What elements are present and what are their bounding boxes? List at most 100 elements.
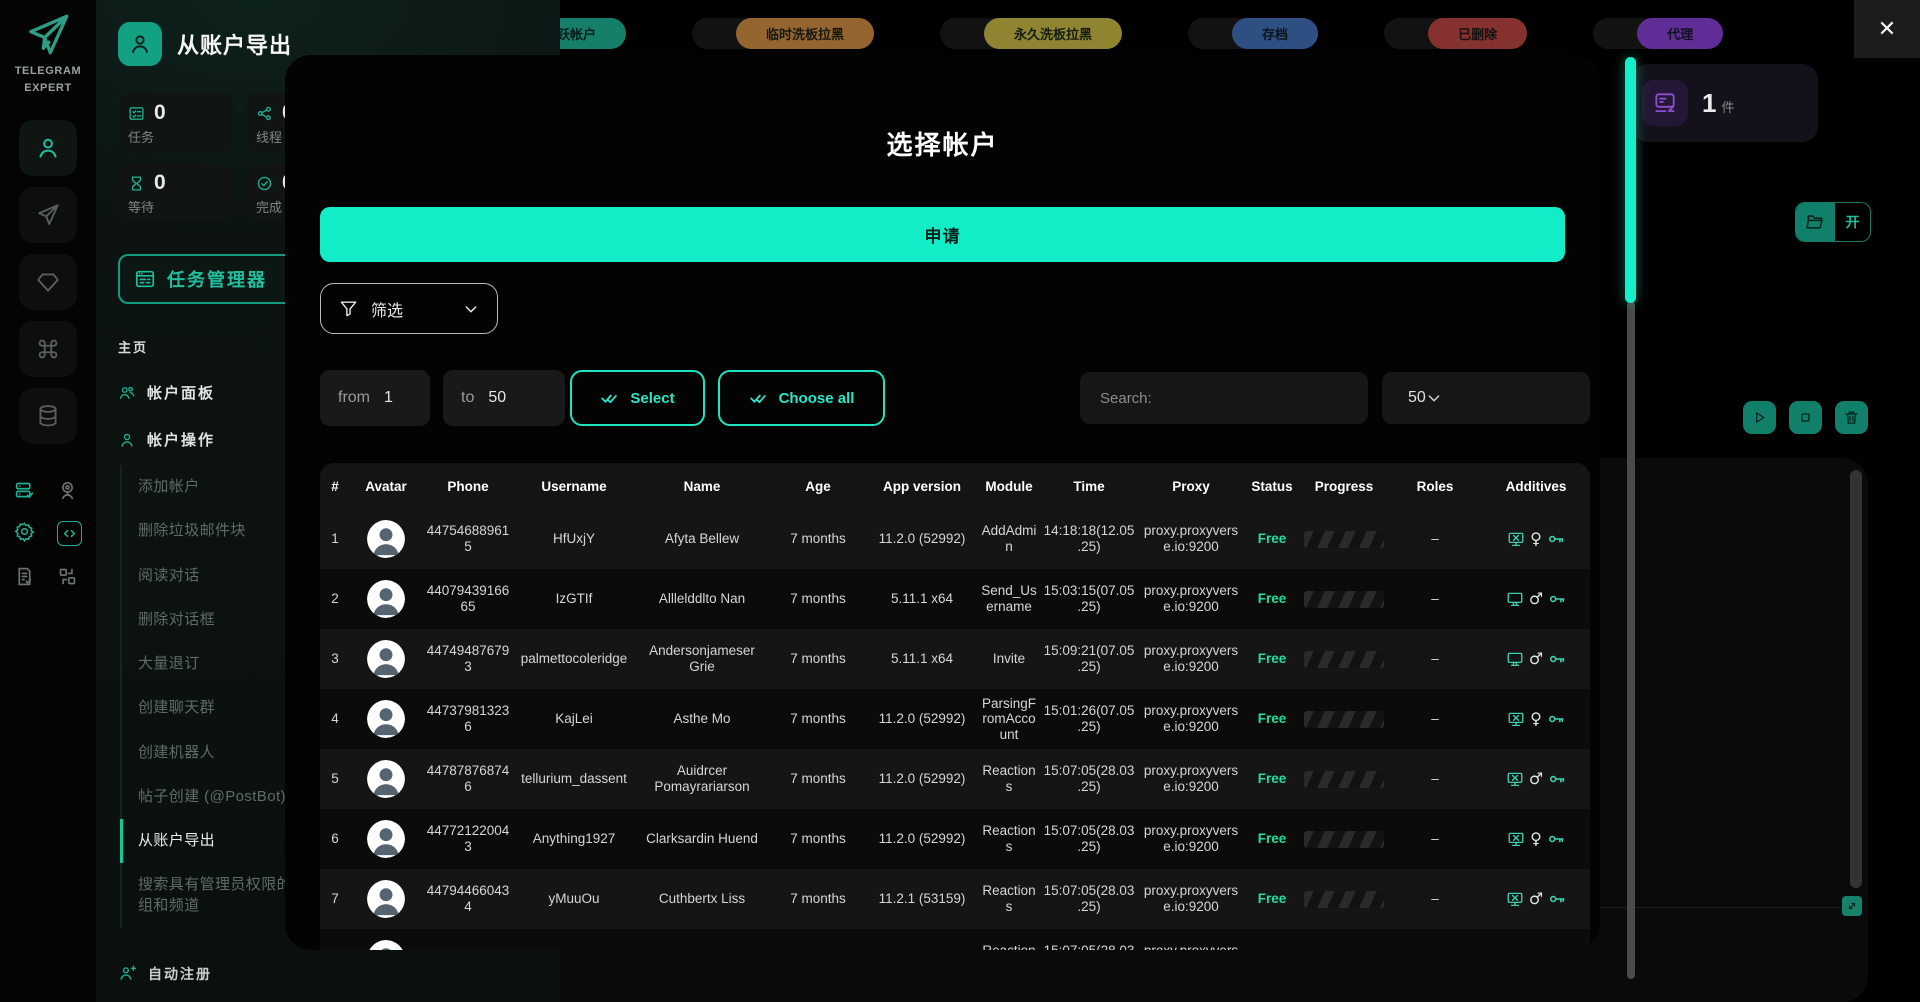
rail-send-button[interactable] <box>19 187 77 243</box>
export-accounts-icon-button[interactable] <box>118 22 162 66</box>
diamond-icon <box>35 269 61 295</box>
cell-phone: 4407943916665 <box>422 579 514 618</box>
rail-mini-icons <box>14 480 82 587</box>
sidebar-item[interactable]: 大量退订 <box>122 642 302 686</box>
cell-app-version: 11.2.0 (52992) <box>866 707 978 731</box>
resize-grip-icon[interactable] <box>1842 896 1862 916</box>
search-input[interactable] <box>1098 389 1350 408</box>
cell-phone: 447944660434 <box>422 879 514 918</box>
cell-progress <box>1300 887 1388 912</box>
account-status-badge[interactable]: 临时洗板拉黑 <box>736 18 874 49</box>
cell-username: palmettocoleridge <box>514 647 634 671</box>
cell-progress <box>1300 647 1388 672</box>
stat-label: 任务 <box>128 127 224 146</box>
account-status-badge[interactable]: 永久洗板拉黑 <box>984 18 1122 49</box>
account-status-badge[interactable]: 代理 <box>1637 18 1723 49</box>
cell-avatar <box>350 816 422 862</box>
table-row[interactable]: 4447379813236KajLeiAsthe Mo7 months11.2.… <box>320 689 1590 749</box>
cell-index: 6 <box>320 827 350 851</box>
scrollbar-track[interactable] <box>1627 301 1635 979</box>
play-icon <box>1751 409 1768 426</box>
sidebar-item[interactable]: 删除对话框 <box>122 598 302 642</box>
sidebar-item[interactable]: 创建聊天群 <box>122 686 302 730</box>
table-body: 1447546889615HfUxjYAfyta Bellew7 months1… <box>320 509 1590 950</box>
scrollbar-thumb[interactable] <box>1625 57 1636 303</box>
male-icon: ♂ <box>1529 891 1543 907</box>
column-header: Status <box>1244 479 1300 494</box>
stat-card: 0任务 <box>118 93 234 151</box>
telegram-plane-icon <box>15 10 82 60</box>
cell-name: Auidrcer Pomayrariarson <box>634 759 770 798</box>
sidebar-item[interactable]: 阅读对话 <box>122 554 302 598</box>
table-row[interactable]: 24407943916665IzGTIfAlllelddlto Nan7 mon… <box>320 569 1590 629</box>
app-root: TELEGRAM EXPERT 从账户导出 0任务0线程0等 <box>0 0 1920 1002</box>
table-row[interactable]: 7447944660434yMuuOuCuthbertx Liss7 month… <box>320 869 1590 929</box>
cell-time: 15:07:05(28.03.25) <box>1040 819 1138 858</box>
sidebar-item[interactable]: 删除垃圾邮件块 <box>122 509 302 553</box>
doc-check-icon[interactable] <box>14 566 35 587</box>
cell-time: 15:07:05(28.03.25) <box>1040 939 1138 950</box>
cell-phone: 447379813236 <box>422 699 514 738</box>
avatar <box>367 700 405 738</box>
cell-additives: ♂ <box>1482 646 1590 672</box>
sidebar-item-auto-register[interactable]: 自动注册 <box>118 964 358 984</box>
people-icon <box>118 384 136 402</box>
page-size-value: 50 <box>1408 389 1426 407</box>
account-status-badge[interactable]: 存档 <box>1232 18 1318 49</box>
cell-phone: 447721220043 <box>422 819 514 858</box>
proxy-counter-card: 1件 <box>1632 64 1818 142</box>
to-input[interactable] <box>486 388 532 408</box>
choose-all-button[interactable]: Choose all <box>718 370 885 426</box>
account-status-badge[interactable]: 已删除 <box>1428 18 1527 49</box>
rail-accounts-button[interactable] <box>19 120 77 176</box>
close-button[interactable]: ✕ <box>1854 0 1920 58</box>
stop-button[interactable] <box>1789 401 1822 434</box>
from-input[interactable] <box>382 388 428 408</box>
rail-database-button[interactable] <box>19 388 77 444</box>
code-window-icon[interactable] <box>57 521 82 546</box>
sidebar-item[interactable]: 添加帐户 <box>122 465 302 509</box>
funnel-icon <box>339 299 358 318</box>
select-button[interactable]: Select <box>570 370 705 426</box>
avatar <box>367 760 405 798</box>
avatar <box>367 580 405 618</box>
sidebar-item[interactable]: 创建机器人 <box>122 731 302 775</box>
rail-command-button[interactable] <box>19 321 77 377</box>
table-row[interactable]: 5447878768746tellurium_dassentAuidrcer P… <box>320 749 1590 809</box>
cell-avatar <box>350 876 422 922</box>
chevron-down-icon <box>1426 390 1442 406</box>
server-check-icon[interactable] <box>14 480 35 501</box>
column-header: # <box>320 479 350 494</box>
cell-index: 5 <box>320 767 350 791</box>
modal-scrollbar <box>1625 55 1636 989</box>
apply-button[interactable]: 申请 <box>320 207 1565 262</box>
folder-button[interactable] <box>1796 203 1834 241</box>
key-icon <box>1548 590 1566 608</box>
shuffle-icon[interactable] <box>57 566 78 587</box>
cell-additives: ♀ <box>1482 706 1590 732</box>
rail-premium-button[interactable] <box>19 254 77 310</box>
webcam-icon[interactable] <box>57 480 78 501</box>
cell-proxy: proxy.proxyverse.io:9200 <box>1138 639 1244 678</box>
open-button[interactable]: 开 <box>1834 203 1870 241</box>
table-row[interactable]: 844746650553unsaturationamaReactions15:0… <box>320 929 1590 950</box>
table-row[interactable]: 1447546889615HfUxjYAfyta Bellew7 months1… <box>320 509 1590 569</box>
sidebar-item[interactable]: 搜索具有管理员权限的组和频道 <box>122 863 302 928</box>
gear-icon[interactable] <box>14 521 35 542</box>
filter-dropdown[interactable]: 筛选 <box>320 283 498 334</box>
sidebar-item[interactable]: 帖子创建 (@PostBot) <box>122 775 302 819</box>
cell-status: Free <box>1244 827 1300 851</box>
avatar <box>367 520 405 558</box>
log-scrollbar[interactable] <box>1850 470 1862 888</box>
trash-button[interactable] <box>1835 401 1868 434</box>
cell-name: Afyta Bellew <box>634 527 770 551</box>
status-badge: Free <box>1258 591 1287 606</box>
cell-additives: ♂ <box>1482 586 1590 612</box>
cell-time: 15:07:05(28.03.25) <box>1040 879 1138 918</box>
page-size-select[interactable]: 50 <box>1382 372 1590 424</box>
sidebar-item[interactable]: 从账户导出 <box>120 819 303 863</box>
table-row[interactable]: 3447494876793palmettocoleridgeAndersonja… <box>320 629 1590 689</box>
task-manager-label: 任务管理器 <box>167 266 267 292</box>
play-button[interactable] <box>1743 401 1776 434</box>
table-row[interactable]: 6447721220043Anything1927Clarksardin Hue… <box>320 809 1590 869</box>
